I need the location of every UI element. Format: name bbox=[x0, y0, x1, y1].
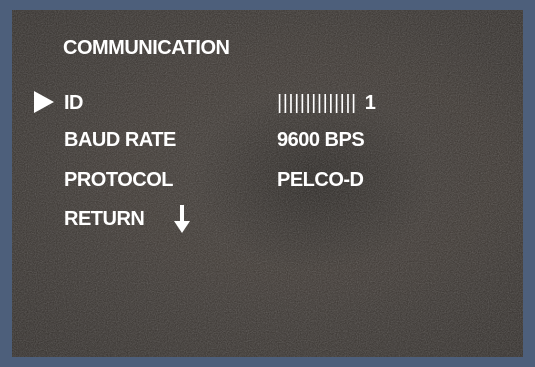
menu-item-return-label[interactable]: RETURN bbox=[64, 207, 145, 231]
menu-item-protocol-value[interactable]: PELCO-D bbox=[277, 168, 364, 192]
osd-frame: COMMUNICATION ID |||||||||||||| 1 BAUD R… bbox=[0, 0, 535, 367]
menu-title: COMMUNICATION bbox=[63, 37, 230, 59]
id-number: 1 bbox=[364, 92, 376, 114]
menu-item-baud-rate-label[interactable]: BAUD RATE bbox=[64, 128, 176, 152]
menu-item-baud-rate-value[interactable]: 9600 BPS bbox=[277, 128, 365, 152]
triangle-right-icon bbox=[34, 91, 54, 113]
menu-item-protocol-label[interactable]: PROTOCOL bbox=[64, 168, 173, 192]
arrow-down-icon[interactable] bbox=[174, 205, 190, 233]
menu-item-id-label[interactable]: ID bbox=[64, 91, 84, 115]
osd-screen: COMMUNICATION ID |||||||||||||| 1 BAUD R… bbox=[12, 10, 523, 357]
id-level-bar: |||||||||||||| bbox=[277, 92, 357, 114]
menu-item-id-value[interactable]: |||||||||||||| 1 bbox=[277, 91, 376, 115]
